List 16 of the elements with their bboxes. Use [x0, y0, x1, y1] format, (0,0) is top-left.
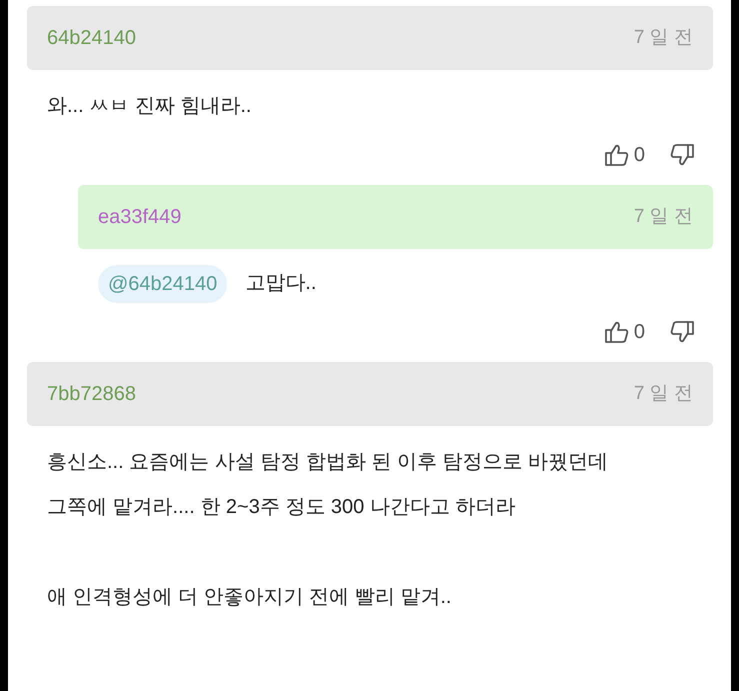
thumbs-down-icon[interactable] — [669, 320, 695, 344]
username[interactable]: 64b24140 — [47, 23, 136, 53]
timestamp: 7 일 전 — [634, 382, 693, 406]
timestamp: 7 일 전 — [634, 204, 693, 229]
like-count: 0 — [634, 320, 645, 345]
mention-tag[interactable]: @64b24140 — [98, 264, 228, 302]
comment-text: 고맙다.. — [245, 271, 316, 296]
comment-text: 와... ㅆㅂ 진짜 힘내라.. — [47, 94, 252, 119]
username[interactable]: 7bb72868 — [47, 379, 136, 409]
thumbs-down-icon[interactable] — [669, 143, 695, 167]
like-count: 0 — [634, 143, 645, 168]
thumbs-up-icon[interactable] — [604, 143, 630, 167]
comment-text: 흥신소... 요즘에는 사설 탐정 합법화 된 이후 탐정으로 바꿨던데 그쪽에 맡겨라.... 한 2~3주 정도 300 나간다고 하더라 애 인격형성에 더 안좋아지기 전에 빨리 맡겨.. — [47, 450, 610, 610]
thumbs-up-icon[interactable] — [604, 320, 630, 344]
username[interactable]: ea33f449 — [98, 202, 182, 232]
timestamp: 7 일 전 — [634, 26, 693, 50]
